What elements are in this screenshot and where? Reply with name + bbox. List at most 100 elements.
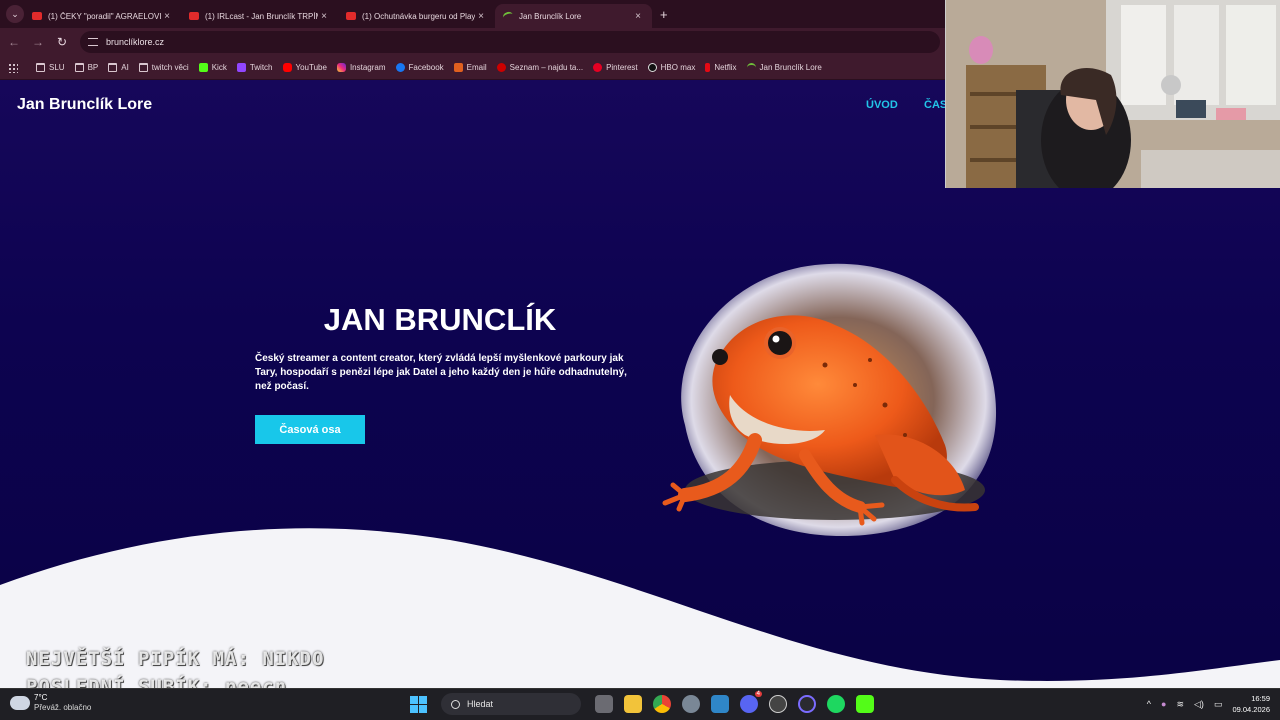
tab-title: (1) Ochutnávka burgeru od Play — [362, 11, 475, 21]
bookmark-label: AI — [121, 63, 129, 72]
reload-icon[interactable]: ↻ — [50, 35, 74, 49]
bookmark-label: Twitch — [249, 63, 273, 72]
url-input[interactable]: brunclíklore.cz — [80, 31, 940, 53]
instagram-icon — [336, 63, 346, 72]
photos-icon[interactable] — [711, 695, 729, 713]
weather-description: Převáž. oblačno — [34, 703, 92, 712]
email-icon — [453, 63, 463, 72]
close-icon[interactable]: × — [475, 11, 487, 22]
hbo-icon — [647, 63, 657, 72]
cloud-icon — [10, 696, 30, 710]
tab-title: (1) ČEKY "poradil" AGRAELOVI a — [48, 11, 161, 21]
folder-icon — [74, 63, 84, 72]
spotify-icon[interactable] — [827, 695, 845, 713]
bookmark-label: Seznam – najdu ta... — [509, 63, 584, 72]
close-icon[interactable]: × — [161, 11, 173, 22]
bookmark-label: Email — [466, 63, 487, 72]
bookmark-netflix[interactable]: Netflix — [705, 63, 737, 72]
bookmark-label: YouTube — [295, 63, 327, 72]
assistant-icon[interactable] — [798, 695, 816, 713]
taskbar-search-input[interactable]: Hledat — [441, 693, 581, 715]
wifi-icon[interactable]: ≋ — [1176, 699, 1184, 710]
bookmark-label: HBO max — [660, 63, 696, 72]
chevron-up-icon[interactable]: ^ — [1147, 699, 1151, 709]
clock-time: 16:59 — [1251, 694, 1270, 703]
obs-icon[interactable] — [769, 695, 787, 713]
tab-1[interactable]: (1) ČEKY "poradil" AGRAELOVI a × — [24, 4, 181, 28]
frog-icon — [746, 63, 756, 72]
bookmark-label: SLU — [49, 63, 65, 72]
bookmark-hbo[interactable]: HBO max — [647, 63, 696, 72]
bookmark-brunclik-lore[interactable]: Jan Brunclík Lore — [746, 63, 822, 72]
tab-search-icon[interactable]: ⌄ — [6, 5, 24, 23]
battery-icon[interactable]: ▭ — [1214, 699, 1223, 710]
twitch-icon — [236, 63, 246, 72]
bookmark-kick[interactable]: Kick — [198, 63, 227, 72]
weather-widget[interactable]: 7°C Převáž. oblačno — [10, 693, 91, 713]
new-tab-button[interactable]: + — [660, 7, 668, 22]
forward-arrow-icon[interactable]: → — [26, 35, 50, 49]
hero-title: JAN BRUNCLÍK — [323, 302, 557, 337]
tab-4-active[interactable]: Jan Brunclík Lore × — [495, 4, 652, 28]
settings-gear-icon[interactable] — [682, 695, 700, 713]
close-icon[interactable]: × — [632, 11, 644, 22]
webcam-feed — [946, 0, 1280, 188]
bookmark-label: BP — [87, 63, 99, 72]
stream-overlay-top-donor: NEJVĚTŠÍ PIPÍK MÁ: NIKDO — [26, 648, 325, 670]
chrome-icon[interactable] — [653, 695, 671, 713]
tab-title: Jan Brunclík Lore — [519, 11, 582, 21]
nav-link-casova-osa[interactable]: ČAS — [924, 99, 947, 111]
bookmark-label: Netflix — [714, 63, 737, 72]
frog-illustration — [662, 263, 997, 537]
kick-icon[interactable] — [856, 695, 874, 713]
weather-temperature: 7°C — [34, 693, 48, 702]
bookmark-ai[interactable]: AI — [108, 63, 129, 72]
windows-taskbar: 7°C Převáž. oblačno Hledat 4 ^ ● ≋ ◁) ▭ … — [0, 688, 1280, 720]
bookmark-instagram[interactable]: Instagram — [336, 63, 386, 72]
webcam-overlay — [945, 0, 1280, 188]
bookmark-email[interactable]: Email — [453, 63, 487, 72]
tab-3[interactable]: (1) Ochutnávka burgeru od Play × — [338, 4, 495, 28]
hero-description: Český streamer a content creator, který … — [255, 353, 627, 392]
facebook-icon — [395, 63, 405, 72]
nav-link-uvod[interactable]: ÚVOD — [866, 99, 898, 111]
screen: ⌄ (1) ČEKY "poradil" AGRAELOVI a × (1) I… — [0, 0, 1280, 720]
folder-icon — [36, 63, 45, 72]
folder-icon — [138, 63, 148, 72]
bookmark-label: Pinterest — [606, 63, 638, 72]
system-tray: ^ ● ≋ ◁) ▭ 16:59 09.04.2026 — [1147, 693, 1270, 715]
folder-icon — [108, 63, 118, 72]
site-logo[interactable]: Jan Brunclík Lore — [17, 96, 152, 114]
bookmark-bp[interactable]: BP — [74, 63, 99, 72]
bookmark-seznam[interactable]: Seznam – najdu ta... — [496, 63, 584, 72]
timeline-button[interactable]: Časová osa — [255, 415, 365, 444]
frog-icon — [501, 10, 515, 22]
bookmark-facebook[interactable]: Facebook — [395, 63, 444, 72]
file-explorer-icon[interactable] — [624, 695, 642, 713]
clock[interactable]: 16:59 09.04.2026 — [1232, 693, 1270, 715]
site-info-icon[interactable] — [88, 38, 98, 46]
youtube-icon — [346, 12, 356, 20]
search-icon — [451, 699, 460, 709]
bookmark-label: Jan Brunclík Lore — [759, 63, 822, 72]
bookmark-pinterest[interactable]: Pinterest — [593, 63, 638, 72]
taskbar-center: Hledat 4 — [410, 691, 885, 715]
task-view-icon[interactable] — [595, 695, 613, 713]
bookmark-twitch-veci[interactable]: twitch věci — [138, 63, 189, 72]
bookmark-label: Kick — [211, 63, 227, 72]
back-arrow-icon[interactable]: ← — [2, 35, 26, 49]
apps-grid-icon[interactable] — [8, 62, 18, 73]
close-icon[interactable]: × — [318, 11, 330, 22]
pinterest-icon — [593, 63, 603, 72]
discord-icon[interactable]: 4 — [740, 691, 762, 713]
bookmark-youtube[interactable]: YouTube — [282, 63, 327, 72]
tab-2[interactable]: (1) IRLcast - Jan Brunclík TRPÍM × — [181, 4, 338, 28]
bookmark-label: Instagram — [349, 63, 386, 72]
bookmark-slu[interactable]: SLU — [36, 63, 65, 72]
bookmark-label: twitch věci — [151, 63, 189, 72]
bookmark-label: Facebook — [408, 63, 444, 72]
volume-icon[interactable]: ◁) — [1194, 699, 1204, 710]
windows-start-icon[interactable] — [410, 695, 427, 713]
bookmark-twitch[interactable]: Twitch — [236, 63, 273, 72]
microphone-icon[interactable]: ● — [1161, 699, 1166, 709]
